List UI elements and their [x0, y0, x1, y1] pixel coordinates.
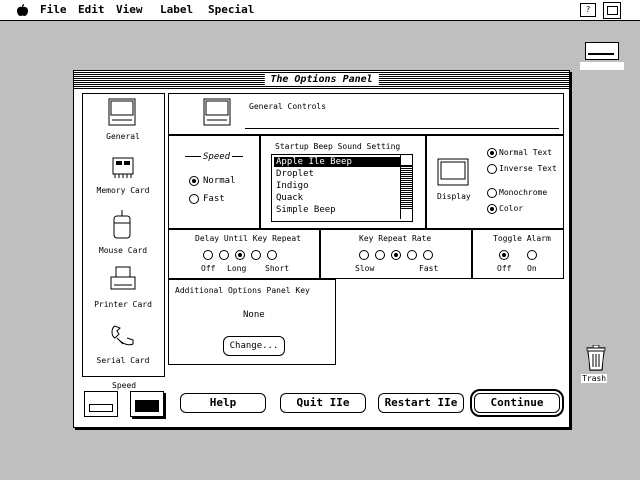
disk-label: [580, 62, 624, 70]
disk-icon[interactable]: [585, 42, 619, 60]
repeat-slow-label: Slow: [355, 264, 375, 273]
delay-radio-0[interactable]: [203, 250, 213, 260]
delay-short-label: Short: [265, 264, 290, 273]
sidebar-item-label: Memory Card: [96, 186, 150, 195]
section-title: General Controls: [249, 102, 327, 111]
display-panel: Display Normal Text Inverse Text Monochr…: [426, 135, 564, 229]
sidebar-item-label: Printer Card: [94, 300, 152, 309]
panel-key-value: None: [243, 310, 265, 320]
monochrome-radio[interactable]: [487, 188, 497, 198]
alarm-on-radio[interactable]: [527, 250, 537, 260]
sidebar-item-memory-card[interactable]: Memory Card: [83, 150, 164, 204]
memory-card-icon: [112, 157, 134, 178]
inverse-text-label: Inverse Text: [499, 164, 557, 173]
speed-fast-radio[interactable]: [189, 194, 199, 204]
toggle-alarm-title: Toggle Alarm: [493, 234, 551, 243]
delay-title: Delay Until Key Repeat: [195, 234, 301, 243]
delay-long-label: Long: [227, 264, 247, 273]
normal-text-radio[interactable]: [487, 148, 497, 158]
window-title: The Options Panel: [264, 74, 379, 85]
apple-menu-icon[interactable]: [16, 3, 29, 17]
repeat-panel: Key Repeat Rate Slow Fast: [320, 229, 472, 279]
sidebar-item-serial-card[interactable]: Serial Card: [83, 318, 164, 374]
trash-label: Trash: [581, 374, 608, 383]
sidebar-item-printer-card[interactable]: Printer Card: [83, 262, 164, 316]
list-item[interactable]: Quack: [274, 193, 400, 203]
quit-button[interactable]: Quit IIe: [280, 393, 366, 413]
general-header: General Controls: [168, 93, 564, 135]
list-item[interactable]: Droplet: [274, 169, 400, 179]
title-bar[interactable]: The Options Panel: [74, 71, 569, 89]
trash-icon[interactable]: [585, 344, 607, 371]
alarm-off-label: Off: [497, 264, 512, 273]
alarm-off-radio[interactable]: [499, 250, 509, 260]
toggle-alarm-panel: Toggle Alarm Off On: [472, 229, 564, 279]
mouse-icon: [113, 210, 131, 239]
serial-card-icon: [111, 325, 134, 346]
printer-icon: [110, 266, 136, 290]
restart-button[interactable]: Restart IIe: [378, 393, 464, 413]
repeat-radio-0[interactable]: [359, 250, 369, 260]
color-label: Color: [499, 204, 524, 213]
list-item[interactable]: Indigo: [274, 181, 400, 191]
panel-key-title: Additional Options Panel Key: [175, 286, 310, 295]
sidebar-item-general[interactable]: General: [83, 94, 164, 148]
delay-off-label: Off: [201, 264, 216, 273]
list-item[interactable]: Simple Beep: [274, 205, 400, 215]
menu-special[interactable]: Special: [208, 3, 254, 16]
finder-icon[interactable]: [603, 2, 621, 19]
speed-fast-label: Fast: [203, 194, 225, 204]
footer-speed-label: Speed: [112, 381, 137, 390]
startup-sound-title: Startup Beep Sound Setting: [275, 142, 401, 151]
speed-title: Speed: [201, 152, 233, 162]
speed-panel: Speed Normal Fast: [168, 135, 260, 229]
general-icon: [203, 98, 231, 126]
sidebar-item-mouse-card[interactable]: Mouse Card: [83, 206, 164, 260]
speed-normal-label: Normal: [203, 176, 236, 186]
display-icon: [437, 158, 469, 186]
repeat-radio-4[interactable]: [423, 250, 433, 260]
startup-sound-panel: Startup Beep Sound Setting Apple Ile Bee…: [260, 135, 426, 229]
menu-file[interactable]: File: [40, 3, 67, 16]
normal-text-label: Normal Text: [499, 148, 552, 157]
help-icon[interactable]: ?: [580, 3, 596, 17]
alarm-on-label: On: [527, 264, 537, 273]
menu-label[interactable]: Label: [160, 3, 193, 16]
delay-radio-1[interactable]: [219, 250, 229, 260]
delay-radio-2[interactable]: [235, 250, 245, 260]
menu-edit[interactable]: Edit: [78, 3, 105, 16]
change-button[interactable]: Change...: [223, 336, 285, 356]
fast-speed-button[interactable]: [130, 391, 164, 417]
sidebar-item-label: Mouse Card: [98, 246, 148, 255]
panel-key-panel: Additional Options Panel Key None Change…: [168, 279, 336, 365]
options-window: The Options Panel General Memory Card Mo…: [73, 70, 570, 428]
sidebar: General Memory Card Mouse Card Printer C…: [82, 93, 165, 377]
delay-panel: Delay Until Key Repeat Off Long Short: [168, 229, 320, 279]
continue-button[interactable]: Continue: [470, 389, 564, 417]
repeat-radio-3[interactable]: [407, 250, 417, 260]
delay-radio-4[interactable]: [267, 250, 277, 260]
sidebar-item-label: General: [106, 132, 140, 141]
general-icon: [108, 98, 136, 126]
list-item[interactable]: Apple Ile Beep: [274, 157, 400, 167]
help-button[interactable]: Help: [180, 393, 266, 413]
menu-bar: File Edit View Label Special ?: [0, 0, 640, 21]
scrollbar[interactable]: [400, 155, 412, 219]
sidebar-item-label: Serial Card: [96, 356, 150, 365]
menu-view[interactable]: View: [116, 3, 143, 16]
color-radio[interactable]: [487, 204, 497, 214]
display-label: Display: [437, 192, 471, 201]
divider: [245, 128, 559, 129]
monochrome-label: Monochrome: [499, 188, 548, 197]
repeat-title: Key Repeat Rate: [359, 234, 432, 243]
delay-radio-3[interactable]: [251, 250, 261, 260]
speed-normal-radio[interactable]: [189, 176, 199, 186]
repeat-radio-2[interactable]: [391, 250, 401, 260]
inverse-text-radio[interactable]: [487, 164, 497, 174]
repeat-radio-1[interactable]: [375, 250, 385, 260]
normal-speed-button[interactable]: [84, 391, 118, 417]
repeat-fast-label: Fast: [419, 264, 439, 273]
startup-sound-list[interactable]: Apple Ile Beep Droplet Indigo Quack Simp…: [271, 154, 413, 222]
